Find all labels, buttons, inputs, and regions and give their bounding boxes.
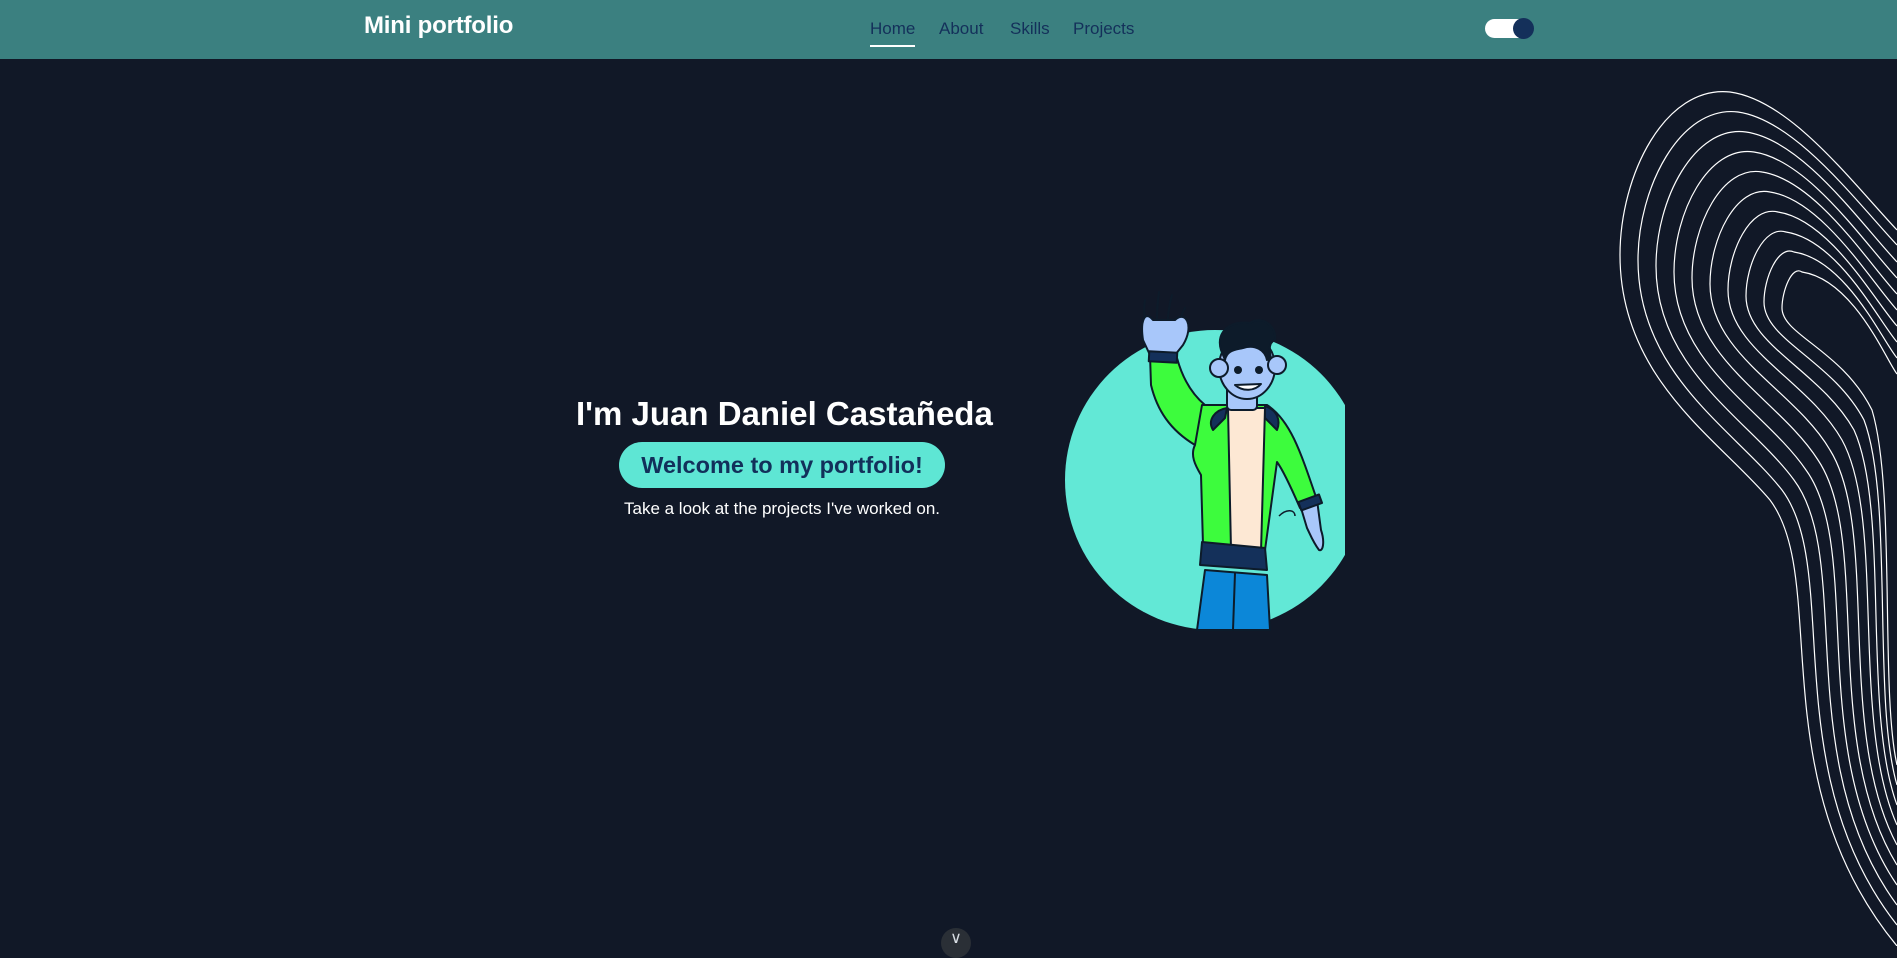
site-logo[interactable]: Mini portfolio	[364, 12, 513, 40]
wave-lines-decoration	[1619, 91, 1897, 946]
chevron-down-icon: ∨	[950, 930, 962, 947]
theme-toggle[interactable]	[1485, 18, 1534, 39]
top-navbar: Mini portfolio Home About Skills Project…	[0, 0, 1897, 59]
scroll-down-button[interactable]: ∨	[941, 928, 971, 958]
theme-toggle-knob	[1513, 18, 1534, 39]
nav-link-skills[interactable]: Skills	[1010, 19, 1050, 39]
welcome-badge: Welcome to my portfolio!	[619, 442, 945, 488]
hero-title: I'm Juan Daniel Castañeda	[576, 395, 993, 432]
hero-subtitle: Take a look at the projects I've worked …	[624, 499, 941, 518]
nav-link-about[interactable]: About	[939, 19, 983, 39]
nav-link-projects[interactable]: Projects	[1073, 19, 1134, 39]
waving-man-illustration	[1065, 291, 1345, 631]
nav-link-home[interactable]: Home	[870, 19, 916, 47]
